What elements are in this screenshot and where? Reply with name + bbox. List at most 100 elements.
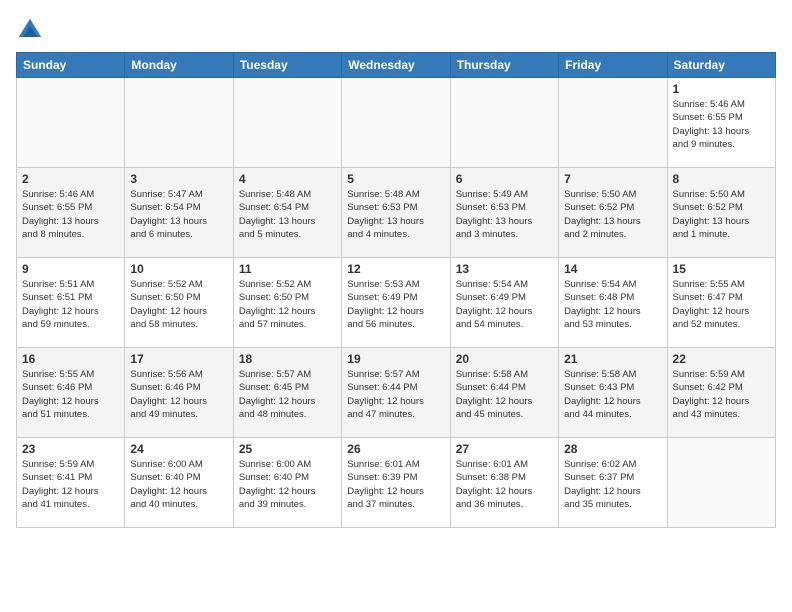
day-info: Sunrise: 5:56 AM Sunset: 6:46 PM Dayligh… xyxy=(130,368,227,421)
day-cell: 6 Sunrise: 5:49 AM Sunset: 6:53 PM Daylig… xyxy=(450,168,558,258)
day-number: 27 xyxy=(456,442,553,456)
day-info: Sunrise: 5:48 AM Sunset: 6:54 PM Dayligh… xyxy=(239,188,336,241)
day-cell xyxy=(125,78,233,168)
day-number: 19 xyxy=(347,352,444,366)
day-info: Sunrise: 5:47 AM Sunset: 6:54 PM Dayligh… xyxy=(130,188,227,241)
day-info: Sunrise: 5:53 AM Sunset: 6:49 PM Dayligh… xyxy=(347,278,444,331)
day-cell: 27 Sunrise: 6:01 AM Sunset: 6:38 PM Dayli… xyxy=(450,438,558,528)
day-cell xyxy=(667,438,775,528)
day-info: Sunrise: 5:52 AM Sunset: 6:50 PM Dayligh… xyxy=(239,278,336,331)
day-number: 11 xyxy=(239,262,336,276)
day-cell: 3 Sunrise: 5:47 AM Sunset: 6:54 PM Daylig… xyxy=(125,168,233,258)
day-number: 13 xyxy=(456,262,553,276)
day-cell: 24 Sunrise: 6:00 AM Sunset: 6:40 PM Dayli… xyxy=(125,438,233,528)
day-number: 24 xyxy=(130,442,227,456)
day-number: 26 xyxy=(347,442,444,456)
day-cell: 11 Sunrise: 5:52 AM Sunset: 6:50 PM Dayli… xyxy=(233,258,341,348)
day-cell: 20 Sunrise: 5:58 AM Sunset: 6:44 PM Dayli… xyxy=(450,348,558,438)
day-info: Sunrise: 6:00 AM Sunset: 6:40 PM Dayligh… xyxy=(239,458,336,511)
day-number: 1 xyxy=(673,82,770,96)
calendar: SundayMondayTuesdayWednesdayThursdayFrid… xyxy=(16,52,776,528)
day-info: Sunrise: 5:58 AM Sunset: 6:44 PM Dayligh… xyxy=(456,368,553,421)
day-cell: 18 Sunrise: 5:57 AM Sunset: 6:45 PM Dayli… xyxy=(233,348,341,438)
day-info: Sunrise: 5:52 AM Sunset: 6:50 PM Dayligh… xyxy=(130,278,227,331)
day-info: Sunrise: 6:00 AM Sunset: 6:40 PM Dayligh… xyxy=(130,458,227,511)
header-sunday: Sunday xyxy=(17,53,125,78)
day-number: 15 xyxy=(673,262,770,276)
day-cell: 14 Sunrise: 5:54 AM Sunset: 6:48 PM Dayli… xyxy=(559,258,667,348)
day-info: Sunrise: 5:55 AM Sunset: 6:47 PM Dayligh… xyxy=(673,278,770,331)
week-row-0: 1 Sunrise: 5:46 AM Sunset: 6:55 PM Daylig… xyxy=(17,78,776,168)
day-info: Sunrise: 6:02 AM Sunset: 6:37 PM Dayligh… xyxy=(564,458,661,511)
day-cell: 2 Sunrise: 5:46 AM Sunset: 6:55 PM Daylig… xyxy=(17,168,125,258)
day-number: 2 xyxy=(22,172,119,186)
day-info: Sunrise: 5:57 AM Sunset: 6:44 PM Dayligh… xyxy=(347,368,444,421)
day-number: 22 xyxy=(673,352,770,366)
day-info: Sunrise: 5:50 AM Sunset: 6:52 PM Dayligh… xyxy=(673,188,770,241)
week-row-1: 2 Sunrise: 5:46 AM Sunset: 6:55 PM Daylig… xyxy=(17,168,776,258)
day-info: Sunrise: 5:58 AM Sunset: 6:43 PM Dayligh… xyxy=(564,368,661,421)
day-number: 25 xyxy=(239,442,336,456)
day-cell: 4 Sunrise: 5:48 AM Sunset: 6:54 PM Daylig… xyxy=(233,168,341,258)
day-number: 5 xyxy=(347,172,444,186)
day-number: 18 xyxy=(239,352,336,366)
day-cell: 19 Sunrise: 5:57 AM Sunset: 6:44 PM Dayli… xyxy=(342,348,450,438)
day-info: Sunrise: 5:55 AM Sunset: 6:46 PM Dayligh… xyxy=(22,368,119,421)
day-cell xyxy=(17,78,125,168)
day-info: Sunrise: 5:46 AM Sunset: 6:55 PM Dayligh… xyxy=(673,98,770,151)
day-cell: 25 Sunrise: 6:00 AM Sunset: 6:40 PM Dayli… xyxy=(233,438,341,528)
week-row-4: 23 Sunrise: 5:59 AM Sunset: 6:41 PM Dayli… xyxy=(17,438,776,528)
day-number: 14 xyxy=(564,262,661,276)
day-cell: 13Sunrise: 5:54 AM Sunset: 6:49 PM Dayli… xyxy=(450,258,558,348)
day-cell xyxy=(233,78,341,168)
week-row-3: 16 Sunrise: 5:55 AM Sunset: 6:46 PM Dayli… xyxy=(17,348,776,438)
day-info: Sunrise: 5:49 AM Sunset: 6:53 PM Dayligh… xyxy=(456,188,553,241)
header-friday: Friday xyxy=(559,53,667,78)
day-info: Sunrise: 5:48 AM Sunset: 6:53 PM Dayligh… xyxy=(347,188,444,241)
calendar-header-row: SundayMondayTuesdayWednesdayThursdayFrid… xyxy=(17,53,776,78)
day-info: Sunrise: 5:50 AM Sunset: 6:52 PM Dayligh… xyxy=(564,188,661,241)
day-number: 6 xyxy=(456,172,553,186)
day-info: Sunrise: 5:51 AM Sunset: 6:51 PM Dayligh… xyxy=(22,278,119,331)
day-cell: 9 Sunrise: 5:51 AM Sunset: 6:51 PM Daylig… xyxy=(17,258,125,348)
day-number: 23 xyxy=(22,442,119,456)
day-cell: 22Sunrise: 5:59 AM Sunset: 6:42 PM Dayli… xyxy=(667,348,775,438)
header-saturday: Saturday xyxy=(667,53,775,78)
day-cell: 5 Sunrise: 5:48 AM Sunset: 6:53 PM Daylig… xyxy=(342,168,450,258)
header-thursday: Thursday xyxy=(450,53,558,78)
header-tuesday: Tuesday xyxy=(233,53,341,78)
day-cell: 1 Sunrise: 5:46 AM Sunset: 6:55 PM Daylig… xyxy=(667,78,775,168)
day-info: Sunrise: 5:54 AM Sunset: 6:48 PM Dayligh… xyxy=(564,278,661,331)
day-cell: 21 Sunrise: 5:58 AM Sunset: 6:43 PM Dayli… xyxy=(559,348,667,438)
day-cell xyxy=(559,78,667,168)
header-wednesday: Wednesday xyxy=(342,53,450,78)
day-info: Sunrise: 5:46 AM Sunset: 6:55 PM Dayligh… xyxy=(22,188,119,241)
day-info: Sunrise: 5:59 AM Sunset: 6:41 PM Dayligh… xyxy=(22,458,119,511)
day-cell: 7Sunrise: 5:50 AM Sunset: 6:52 PM Daylig… xyxy=(559,168,667,258)
day-info: Sunrise: 5:57 AM Sunset: 6:45 PM Dayligh… xyxy=(239,368,336,421)
day-cell: 16 Sunrise: 5:55 AM Sunset: 6:46 PM Dayli… xyxy=(17,348,125,438)
day-number: 8 xyxy=(673,172,770,186)
day-cell: 23 Sunrise: 5:59 AM Sunset: 6:41 PM Dayli… xyxy=(17,438,125,528)
day-cell: 28 Sunrise: 6:02 AM Sunset: 6:37 PM Dayli… xyxy=(559,438,667,528)
day-number: 12 xyxy=(347,262,444,276)
logo xyxy=(16,16,48,44)
day-number: 3 xyxy=(130,172,227,186)
day-cell: 26 Sunrise: 6:01 AM Sunset: 6:39 PM Dayli… xyxy=(342,438,450,528)
day-cell xyxy=(342,78,450,168)
day-number: 21 xyxy=(564,352,661,366)
day-cell: 17Sunrise: 5:56 AM Sunset: 6:46 PM Dayli… xyxy=(125,348,233,438)
day-cell: 15 Sunrise: 5:55 AM Sunset: 6:47 PM Dayli… xyxy=(667,258,775,348)
day-number: 4 xyxy=(239,172,336,186)
week-row-2: 9 Sunrise: 5:51 AM Sunset: 6:51 PM Daylig… xyxy=(17,258,776,348)
day-number: 9 xyxy=(22,262,119,276)
day-number: 16 xyxy=(22,352,119,366)
day-info: Sunrise: 6:01 AM Sunset: 6:39 PM Dayligh… xyxy=(347,458,444,511)
day-number: 20 xyxy=(456,352,553,366)
logo-icon xyxy=(16,16,44,44)
header-monday: Monday xyxy=(125,53,233,78)
day-info: Sunrise: 6:01 AM Sunset: 6:38 PM Dayligh… xyxy=(456,458,553,511)
day-number: 28 xyxy=(564,442,661,456)
day-cell: 10 Sunrise: 5:52 AM Sunset: 6:50 PM Dayli… xyxy=(125,258,233,348)
day-number: 10 xyxy=(130,262,227,276)
